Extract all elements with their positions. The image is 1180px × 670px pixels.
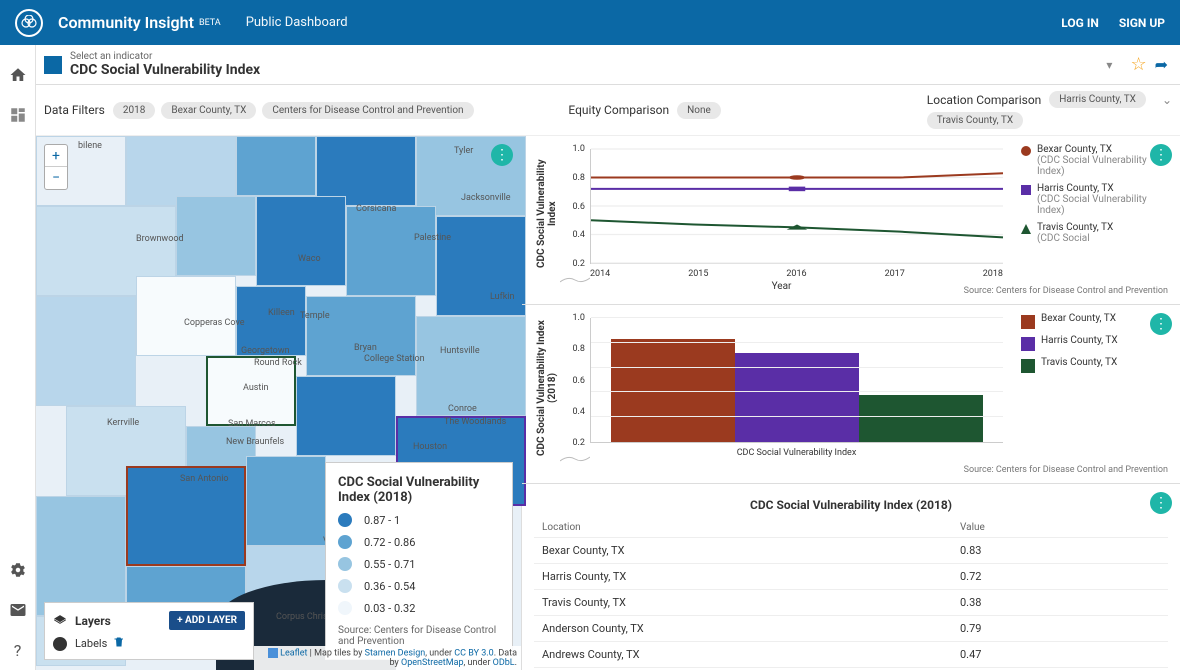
osm-link[interactable]: OpenStreetMap (401, 658, 464, 668)
page-subtitle: Public Dashboard (246, 15, 348, 30)
equity-label: Equity Comparison (568, 103, 669, 117)
map-legend: CDC Social Vulnerability Index (2018) 0.… (325, 462, 513, 660)
side-nav: ? (0, 45, 36, 670)
expand-icon[interactable]: ⌄ (1162, 93, 1172, 107)
circle-icon (53, 637, 67, 651)
share-icon[interactable]: ➦ (1155, 55, 1168, 74)
signup-link[interactable]: SIGN UP (1119, 16, 1165, 30)
map-panel[interactable]: bileneTylerCorsicanaJacksonvilleBrownwoo… (36, 136, 522, 670)
table-row[interactable]: Harris County, TX0.72 (534, 564, 1168, 590)
odbl-link[interactable]: ODbL (493, 658, 515, 668)
app-title: Community Insight (58, 13, 194, 32)
zoom-in-button[interactable]: + (45, 145, 67, 167)
legend-item: 0.55 - 0.71 (338, 557, 500, 571)
legend-entry: Bexar County, TX (1021, 313, 1168, 329)
line-legend: Bexar County, TX(CDC Social Vulnerabilit… (1013, 144, 1168, 284)
bar-ylabel: CDC Social Vulnerability Index (2018) (534, 313, 560, 463)
add-layer-button[interactable]: + ADD LAYER (169, 611, 245, 630)
location-chip[interactable]: Harris County, TX (1049, 91, 1146, 108)
settings-icon[interactable] (8, 560, 28, 580)
legend-item: 0.87 - 1 (338, 513, 500, 527)
bar-plot[interactable]: 1.00.80.60.40.2 CDC Social Vulnerability… (560, 313, 1003, 463)
line-source: Source: Centers for Disease Control and … (534, 284, 1168, 300)
beta-badge: BETA (199, 18, 221, 28)
layers-icon (53, 614, 67, 628)
line-plot[interactable]: 1.00.80.60.40.2 20142015201620172018 Yea… (560, 144, 1003, 284)
chart-menu-button[interactable]: ⋮ (1150, 313, 1172, 335)
charts-panel: ⋮ CDC Social Vulnerability Index 1.00.80… (522, 136, 1180, 670)
table-row[interactable]: Travis County, TX0.38 (534, 590, 1168, 616)
table-row[interactable]: Anderson County, TX0.79 (534, 616, 1168, 642)
bar-source: Source: Centers for Disease Control and … (534, 463, 1168, 479)
layers-panel: Layers + ADD LAYER Labels (44, 602, 254, 660)
data-filters-label: Data Filters (44, 103, 105, 117)
home-icon[interactable] (8, 65, 28, 85)
mail-icon[interactable] (8, 600, 28, 620)
table-row[interactable]: Bexar County, TX0.83 (534, 538, 1168, 564)
filter-chip[interactable]: 2018 (113, 102, 155, 119)
equity-chip[interactable]: None (677, 102, 721, 119)
stamen-link[interactable]: Stamen Design (365, 648, 426, 658)
chart-menu-button[interactable]: ⋮ (1150, 144, 1172, 166)
indicator-value: CDC Social Vulnerability Index (70, 62, 1106, 78)
trash-icon[interactable] (113, 636, 125, 651)
legend-item: 0.36 - 0.54 (338, 579, 500, 593)
chart-menu-button[interactable]: ⋮ (1150, 492, 1172, 514)
legend-item: 0.72 - 0.86 (338, 535, 500, 549)
location-label: Location Comparison (927, 93, 1042, 107)
legend-item: 0.03 - 0.32 (338, 601, 500, 615)
help-icon[interactable]: ? (8, 640, 28, 660)
cc-link[interactable]: CC BY 3.0 (454, 648, 493, 658)
labels-label: Labels (75, 637, 107, 650)
zoom-control: + − (44, 144, 68, 190)
line-xlabel: Year (772, 281, 792, 292)
zoom-out-button[interactable]: − (45, 167, 67, 189)
legend-entry: Harris County, TX(CDC Social Vulnerabili… (1021, 183, 1168, 216)
app-logo[interactable] (15, 9, 43, 37)
leaflet-link[interactable]: Leaflet (280, 648, 307, 658)
layers-label: Layers (75, 614, 169, 628)
filter-chip[interactable]: Centers for Disease Control and Preventi… (262, 102, 473, 119)
table-title: CDC Social Vulnerability Index (2018) (534, 492, 1168, 518)
legend-entry: Harris County, TX (1021, 335, 1168, 351)
table-header: Location Value (534, 518, 1168, 538)
table-row[interactable]: Andrews County, TX0.47 (534, 642, 1168, 668)
table-block: ⋮ CDC Social Vulnerability Index (2018) … (522, 484, 1180, 670)
legend-entry: Travis County, TX(CDC Social (1021, 222, 1168, 244)
filter-chip[interactable]: Bexar County, TX (161, 102, 256, 119)
indicator-icon (44, 56, 62, 74)
login-link[interactable]: LOG IN (1061, 16, 1099, 30)
legend-title: CDC Social Vulnerability Index (2018) (338, 475, 500, 505)
filters-row: Data Filters 2018 Bexar County, TX Cente… (36, 85, 1180, 136)
star-icon[interactable]: ☆ (1130, 54, 1146, 75)
bar-chart-block: ⋮ CDC Social Vulnerability Index (2018) … (522, 305, 1180, 484)
bar (859, 395, 983, 442)
legend-entry: Bexar County, TX(CDC Social Vulnerabilit… (1021, 144, 1168, 177)
legend-source: Source: Centers for Disease Control and … (338, 625, 500, 647)
top-bar: Community Insight BETA Public Dashboard … (0, 0, 1180, 45)
map-attribution: Leaflet | Map tiles by Stamen Design, un… (254, 646, 521, 670)
indicator-selector[interactable]: Select an indicator CDC Social Vulnerabi… (36, 45, 1180, 85)
bar-legend: Bexar County, TX Harris County, TX Travis … (1013, 313, 1168, 463)
legend-entry: Travis County, TX (1021, 357, 1168, 373)
line-ylabel: CDC Social Vulnerability Index (534, 144, 560, 284)
indicator-label: Select an indicator (70, 51, 1106, 62)
map-menu-button[interactable]: ⋮ (491, 144, 513, 166)
location-chip[interactable]: Travis County, TX (927, 112, 1023, 129)
chevron-down-icon[interactable]: ▾ (1106, 58, 1112, 72)
dashboard-icon[interactable] (8, 105, 28, 125)
line-chart-block: ⋮ CDC Social Vulnerability Index 1.00.80… (522, 136, 1180, 305)
